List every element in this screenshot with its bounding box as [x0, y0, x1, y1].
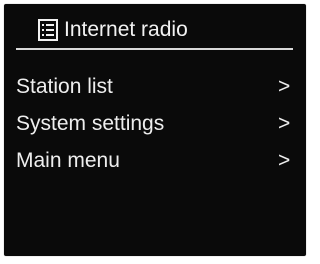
menu-item-label: Main menu: [16, 149, 120, 172]
page-title: Internet radio: [64, 18, 188, 41]
menu-item-label: System settings: [16, 112, 165, 135]
menu-item-label: Station list: [16, 75, 113, 98]
menu-item-station-list[interactable]: Station list >: [4, 70, 306, 107]
header: Internet radio: [4, 4, 306, 50]
chevron-right-icon: >: [278, 112, 291, 135]
chevron-right-icon: >: [278, 149, 291, 172]
menu-list: Station list > System settings > Main me…: [4, 70, 306, 181]
radio-display: Internet radio Station list > System set…: [4, 4, 306, 256]
header-divider: [16, 48, 293, 50]
list-icon: [38, 19, 58, 41]
chevron-right-icon: >: [278, 75, 291, 98]
menu-item-system-settings[interactable]: System settings >: [4, 107, 306, 144]
menu-item-main-menu[interactable]: Main menu >: [4, 144, 306, 181]
